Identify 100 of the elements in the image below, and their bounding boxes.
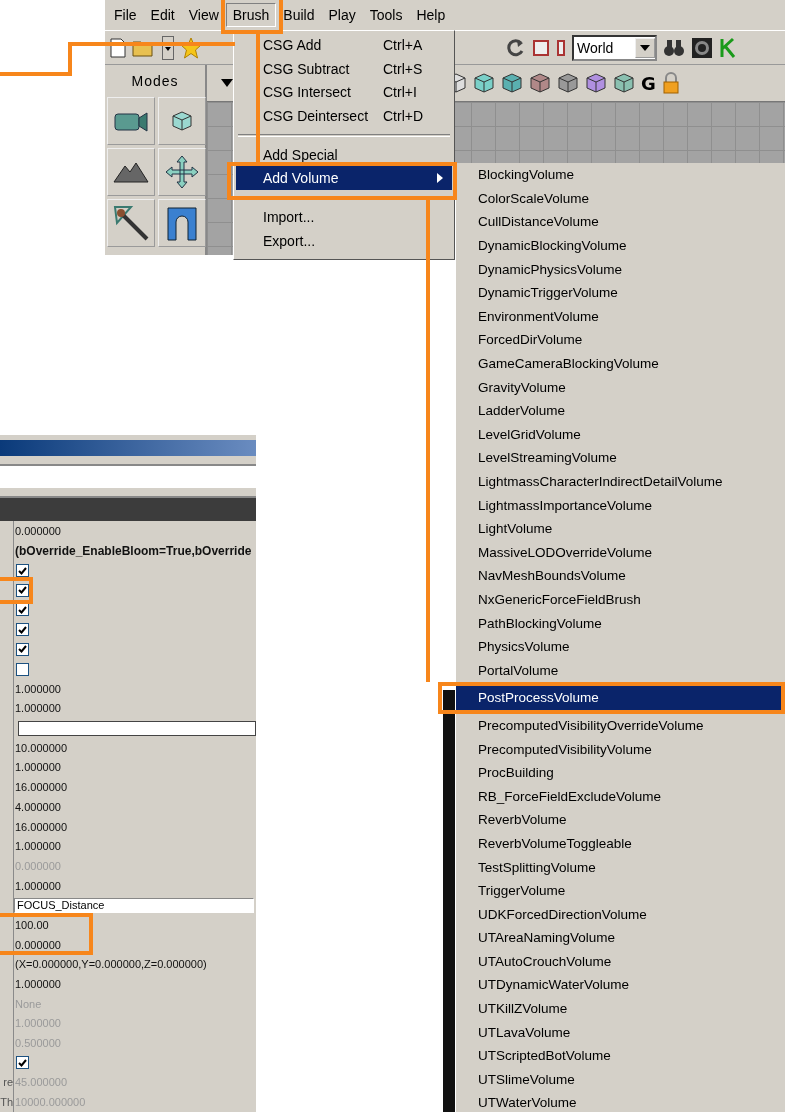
cube-icon[interactable] (171, 110, 193, 132)
move-mode-button[interactable] (158, 148, 206, 196)
cube-icon[interactable] (473, 72, 495, 94)
menu-item[interactable]: UTScriptedBotVolume (456, 1043, 785, 1068)
property-value: 1.000000 (15, 879, 61, 892)
menu-item[interactable]: PathBlockingVolume (456, 611, 785, 635)
menu-item[interactable]: LightVolume (456, 516, 785, 541)
menu-item[interactable]: File (107, 3, 144, 27)
menu-item[interactable]: Add Special (236, 142, 452, 167)
menu-item[interactable]: CullDistanceVolume (456, 210, 785, 234)
property-value: 1.000000 (15, 702, 61, 715)
bar-icon[interactable] (556, 38, 566, 57)
coordinate-dropdown[interactable]: World (572, 34, 657, 61)
menu-item[interactable]: DynamicPhysicsVolume (456, 257, 785, 281)
input-field[interactable]: FOCUS_Distance (14, 897, 254, 913)
menu-item[interactable]: UTDynamicWaterVolume (456, 973, 785, 997)
menu-item[interactable]: Play (321, 3, 363, 27)
menu-item[interactable]: Export... (236, 228, 452, 253)
property-value: 1.000000 (15, 1017, 61, 1030)
checkbox[interactable] (16, 583, 29, 597)
property-value: 0.000000 (15, 938, 61, 951)
redo-icon[interactable] (504, 36, 526, 59)
property-value: 16.000000 (15, 820, 67, 833)
binoculars-icon[interactable] (663, 37, 685, 58)
cube-icon[interactable] (557, 72, 579, 94)
cube-icon[interactable] (585, 72, 607, 94)
menu-item[interactable]: UTLavaVolume (456, 1020, 785, 1044)
menu-item[interactable]: Tools (362, 3, 410, 27)
cube-icon[interactable] (529, 72, 551, 94)
menu-item[interactable]: PortalVolume (456, 658, 785, 683)
menu-item[interactable]: PrecomputedVisibilityOverrideVolume (456, 713, 785, 738)
menu-item[interactable]: Help (409, 3, 453, 27)
toolbar-glyph[interactable]: G (641, 72, 656, 94)
mountain-icon (113, 160, 149, 184)
brush-mode-button[interactable] (107, 199, 155, 247)
menu-item[interactable]: CSG Intersect Ctrl+I (236, 80, 452, 105)
checkbox[interactable] (16, 1056, 29, 1070)
menu-item[interactable]: GameCameraBlockingVolume (456, 351, 785, 376)
menu-item[interactable]: ReverbVolume (456, 808, 785, 832)
menu-item[interactable]: LevelGridVolume (456, 422, 785, 447)
menu-item[interactable]: LadderVolume (456, 398, 785, 423)
menu-item[interactable]: ReverbVolumeToggleable (456, 831, 785, 856)
menu-item[interactable]: ForcedDirVolume (456, 328, 785, 352)
menu-item[interactable]: TriggerVolume (456, 878, 785, 903)
menu-item[interactable]: Build (276, 3, 322, 27)
menu-item[interactable]: Edit (143, 3, 182, 27)
checkbox[interactable] (16, 662, 29, 676)
property-value: 0.500000 (15, 1037, 61, 1050)
property-value: 100.00 (15, 919, 49, 931)
menu-item[interactable]: BlockingVolume (456, 163, 785, 187)
menu-item[interactable]: UTKillZVolume (456, 996, 785, 1021)
property-value: None (15, 997, 42, 1010)
menu-item[interactable]: Add Volume (236, 166, 452, 191)
menu-item[interactable]: EnvironmentVolume (456, 304, 785, 329)
property-value: 0.000000 (15, 525, 61, 538)
menu-item[interactable]: TestSplittingVolume (456, 855, 785, 879)
terrain-mode-button[interactable] (107, 148, 155, 196)
checkbox[interactable] (16, 623, 29, 637)
menu-item[interactable]: CSG Subtract Ctrl+S (236, 56, 452, 81)
menu-item[interactable]: RB_ForceFieldExcludeVolume (456, 784, 785, 809)
menu-item[interactable]: CSG Add Ctrl+A (236, 33, 452, 57)
checkbox[interactable] (16, 564, 29, 578)
property-value: 1.000000 (15, 978, 61, 991)
cube-mode-button[interactable] (158, 97, 206, 145)
cube-icon[interactable] (613, 72, 635, 94)
menu-item[interactable]: PrecomputedVisibilityVolume (456, 737, 785, 761)
menu-item[interactable]: LevelStreamingVolume (456, 446, 785, 470)
menu-item[interactable]: PhysicsVolume (456, 634, 785, 659)
menu-item[interactable]: MassiveLODOverrideVolume (456, 540, 785, 565)
camera-mode-button[interactable] (107, 97, 155, 145)
move-arrows-icon (164, 154, 200, 190)
dropdown-arrow-icon[interactable] (221, 79, 233, 87)
menu-item[interactable]: View (181, 3, 226, 27)
menu-item[interactable]: CSG Deintersect Ctrl+D (236, 104, 452, 128)
menu-item[interactable]: UTAutoCrouchVolume (456, 949, 785, 974)
menu-item[interactable]: UTSlimeVolume (456, 1067, 785, 1092)
menu-item[interactable]: ColorScaleVolume (456, 186, 785, 211)
menu-item[interactable]: DynamicBlockingVolume (456, 233, 785, 258)
menu-item[interactable]: ProcBuilding (456, 760, 785, 785)
menu-item[interactable]: Import... (236, 205, 452, 229)
menu-item[interactable]: NxGenericForceFieldBrush (456, 587, 785, 612)
menu-item[interactable]: LightmassImportanceVolume (456, 493, 785, 517)
menu-item[interactable]: UTAreaNamingVolume (456, 926, 785, 950)
menu-item[interactable]: UDKForcedDirectionVolume (456, 902, 785, 926)
property-value: 1.000000 (15, 682, 61, 695)
cube-icon[interactable] (501, 72, 523, 94)
logo-icon[interactable] (691, 36, 713, 59)
arch-mode-button[interactable] (158, 199, 206, 247)
property-value: (bOverride_EnableBloom=True,bOverride (15, 543, 252, 558)
menu-item[interactable]: LightmassCharacterIndirectDetailVolume (456, 469, 785, 494)
menu-item[interactable]: NavMeshBoundsVolume (456, 564, 785, 588)
input-field[interactable] (17, 720, 256, 736)
stop-icon[interactable] (532, 38, 550, 57)
menu-item[interactable]: UTWaterVolume (456, 1091, 785, 1112)
property-value: 10.000000 (15, 741, 67, 754)
checkbox[interactable] (16, 642, 29, 656)
menu-item[interactable]: DynamicTriggerVolume (456, 280, 785, 305)
property-value: 4.000000 (15, 800, 61, 813)
menu-item[interactable]: Brush (225, 3, 277, 27)
menu-item[interactable]: GravityVolume (456, 375, 785, 399)
